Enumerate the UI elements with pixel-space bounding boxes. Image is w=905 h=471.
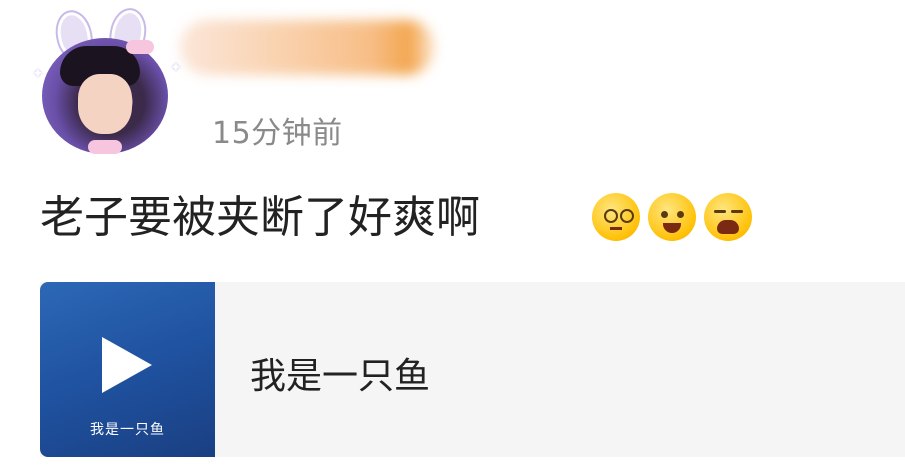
music-cover[interactable]: 我是一只鱼 xyxy=(40,282,215,457)
play-icon[interactable] xyxy=(102,337,152,393)
emoji-eye xyxy=(661,211,668,218)
music-share-card[interactable]: 我是一只鱼 我是一只鱼 xyxy=(40,282,905,457)
dizzy-face-icon xyxy=(592,193,640,241)
emoji-eye xyxy=(620,209,634,223)
username-blurred[interactable] xyxy=(180,20,435,75)
sparkle-icon: ✦ xyxy=(32,66,44,82)
emoji-eye xyxy=(677,211,684,218)
emoji-mouth xyxy=(610,227,622,230)
post-timestamp: 15分钟前 xyxy=(212,116,343,151)
emoji-eye xyxy=(604,209,618,223)
emoji-eye xyxy=(714,210,726,213)
avatar-photo xyxy=(42,38,168,154)
emoji-eye xyxy=(731,210,743,213)
cover-caption: 我是一只鱼 xyxy=(90,422,165,438)
sparkle-icon: ✦ xyxy=(170,60,182,76)
crying-face-icon xyxy=(704,193,752,241)
emoji-mouth xyxy=(717,220,739,234)
avatar-face xyxy=(78,74,132,134)
post-text: 老子要被夹断了好爽啊 xyxy=(40,192,480,243)
emoji-mouth xyxy=(663,223,681,233)
card-title[interactable]: 我是一只鱼 xyxy=(250,347,430,399)
bow-icon xyxy=(126,40,154,54)
avatar[interactable]: ✦ ✦ xyxy=(30,7,190,158)
bow-icon xyxy=(88,140,122,154)
blushing-face-icon xyxy=(648,193,696,241)
